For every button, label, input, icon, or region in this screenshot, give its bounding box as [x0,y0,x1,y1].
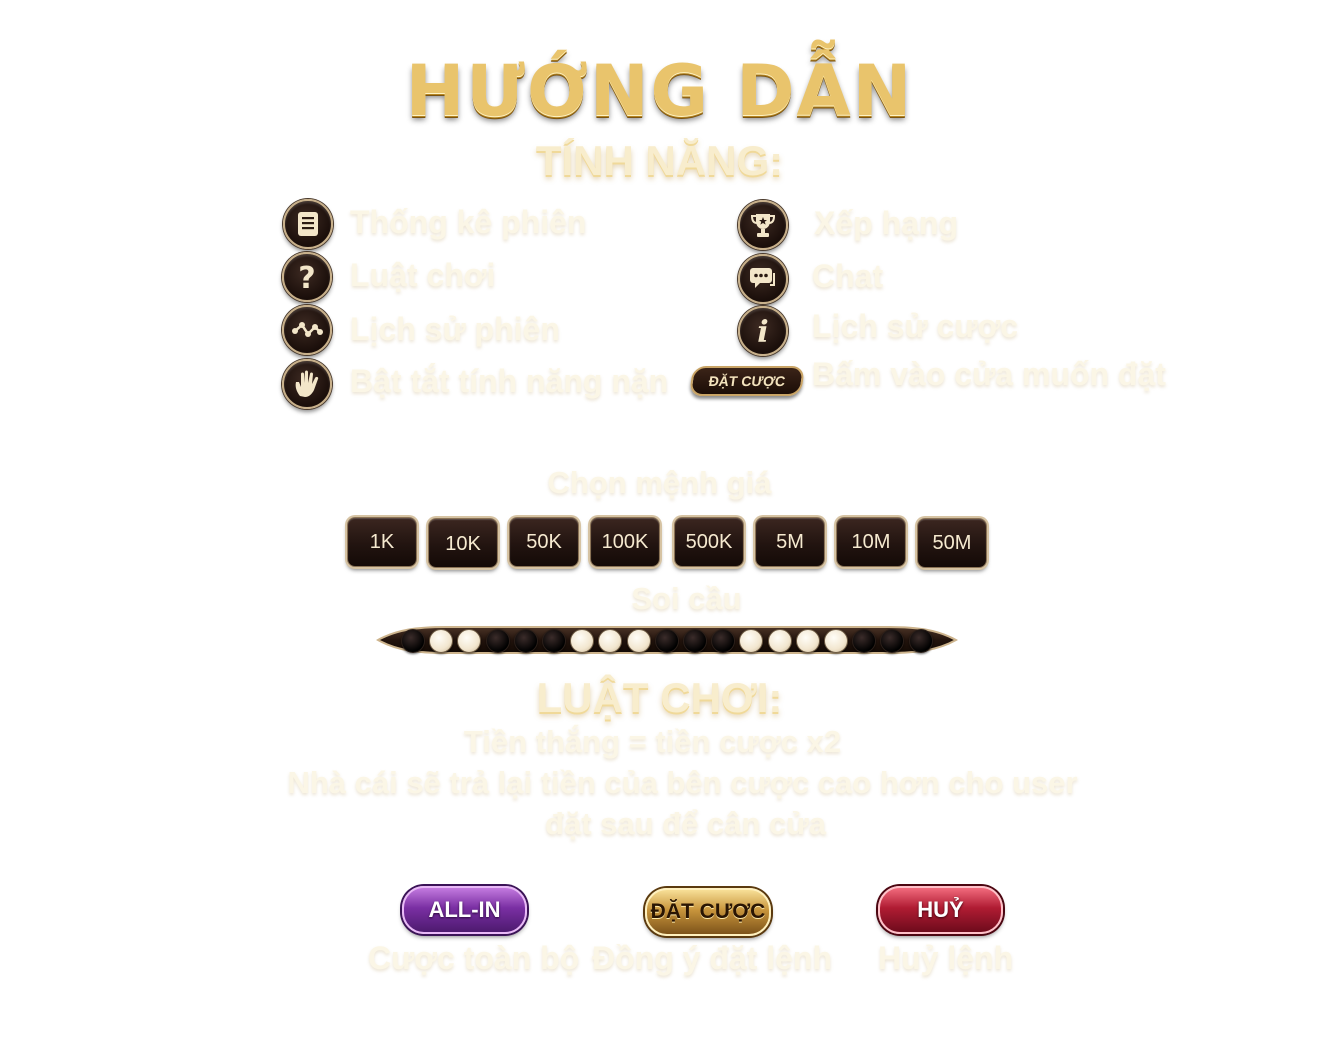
soi-cau-dot [457,629,481,653]
soi-cau-dot [655,629,679,653]
dat-cuoc-caption: Đồng ý đặt lệnh [592,940,832,976]
chip-10k[interactable]: 10K [428,518,498,568]
feature-label-bam-cua: Bấm vào cửa muốn đặt [812,356,1166,392]
info-icon: i [738,306,788,356]
feature-label-lich-su-phien: Lịch sử phiên [350,311,560,347]
soi-cau-heading: Soi cầu [631,581,742,616]
soi-cau-dot [401,629,425,653]
huy-button[interactable]: HUỶ [878,886,1003,934]
soi-cau-dot [570,629,594,653]
chip-5m[interactable]: 5M [755,517,825,567]
chip-50m[interactable]: 50M [917,518,987,568]
soi-cau-dot [711,629,735,653]
soi-cau-dot [627,629,651,653]
soi-cau-dot [683,629,707,653]
hand-icon [282,359,332,409]
soi-cau-dot [880,629,904,653]
allin-button[interactable]: ALL-IN [402,886,527,934]
rule-line-1: Tiền thắng = tiền cược x2 [463,724,842,759]
feature-label-nan: Bật tắt tính năng nặn [350,363,669,399]
soi-cau-dot [739,629,763,653]
soi-cau-dot [852,629,876,653]
features-heading: TÍNH NĂNG: [535,137,784,184]
trophy-icon [738,200,788,250]
rules-heading: LUẬT CHƠI: [536,674,783,721]
page-title: HƯỚNG DẪN [405,50,914,132]
chip-50k[interactable]: 50K [509,517,579,567]
soi-cau-dot [542,629,566,653]
soi-cau-dot [429,629,453,653]
soi-cau-dot [909,629,933,653]
stats-list-icon [283,199,333,249]
svg-text:i: i [757,315,768,347]
feature-label-luat-choi: Luật chơi [350,257,496,293]
allin-caption: Cược toàn bộ [368,940,580,976]
rule-line-3: đặt sau để cân cửa [545,806,826,841]
svg-text:?: ? [298,261,315,293]
soi-cau-dot [796,629,820,653]
soi-cau-dot [486,629,510,653]
feature-label-xep-hang: Xếp hạng [814,205,959,241]
question-mark-icon: ? [282,252,332,302]
chip-500k[interactable]: 500K [674,517,744,567]
chip-1k[interactable]: 1K [347,517,417,567]
denomination-heading: Chọn mệnh giá [547,465,772,500]
soi-cau-dot [514,629,538,653]
chip-10m[interactable]: 10M [836,517,906,567]
chip-100k[interactable]: 100K [590,517,660,567]
dat-cuoc-sample-button: ĐẶT CƯỢC [688,366,806,396]
feature-label-chat: Chat [812,258,884,294]
history-chart-icon [282,305,332,355]
soi-cau-dot [768,629,792,653]
rule-line-2: Nhà cái sẽ trả lại tiền của bên cược cao… [287,765,1078,800]
soi-cau-dot [824,629,848,653]
soi-cau-dot [598,629,622,653]
chat-icon [738,254,788,304]
dat-cuoc-button[interactable]: ĐẶT CƯỢC [645,888,771,936]
feature-label-lich-su-cuoc: Lịch sử cược [812,308,1019,344]
huy-caption: Huỷ lệnh [878,940,1014,976]
feature-label-thong-ke: Thống kê phiên [350,204,587,240]
